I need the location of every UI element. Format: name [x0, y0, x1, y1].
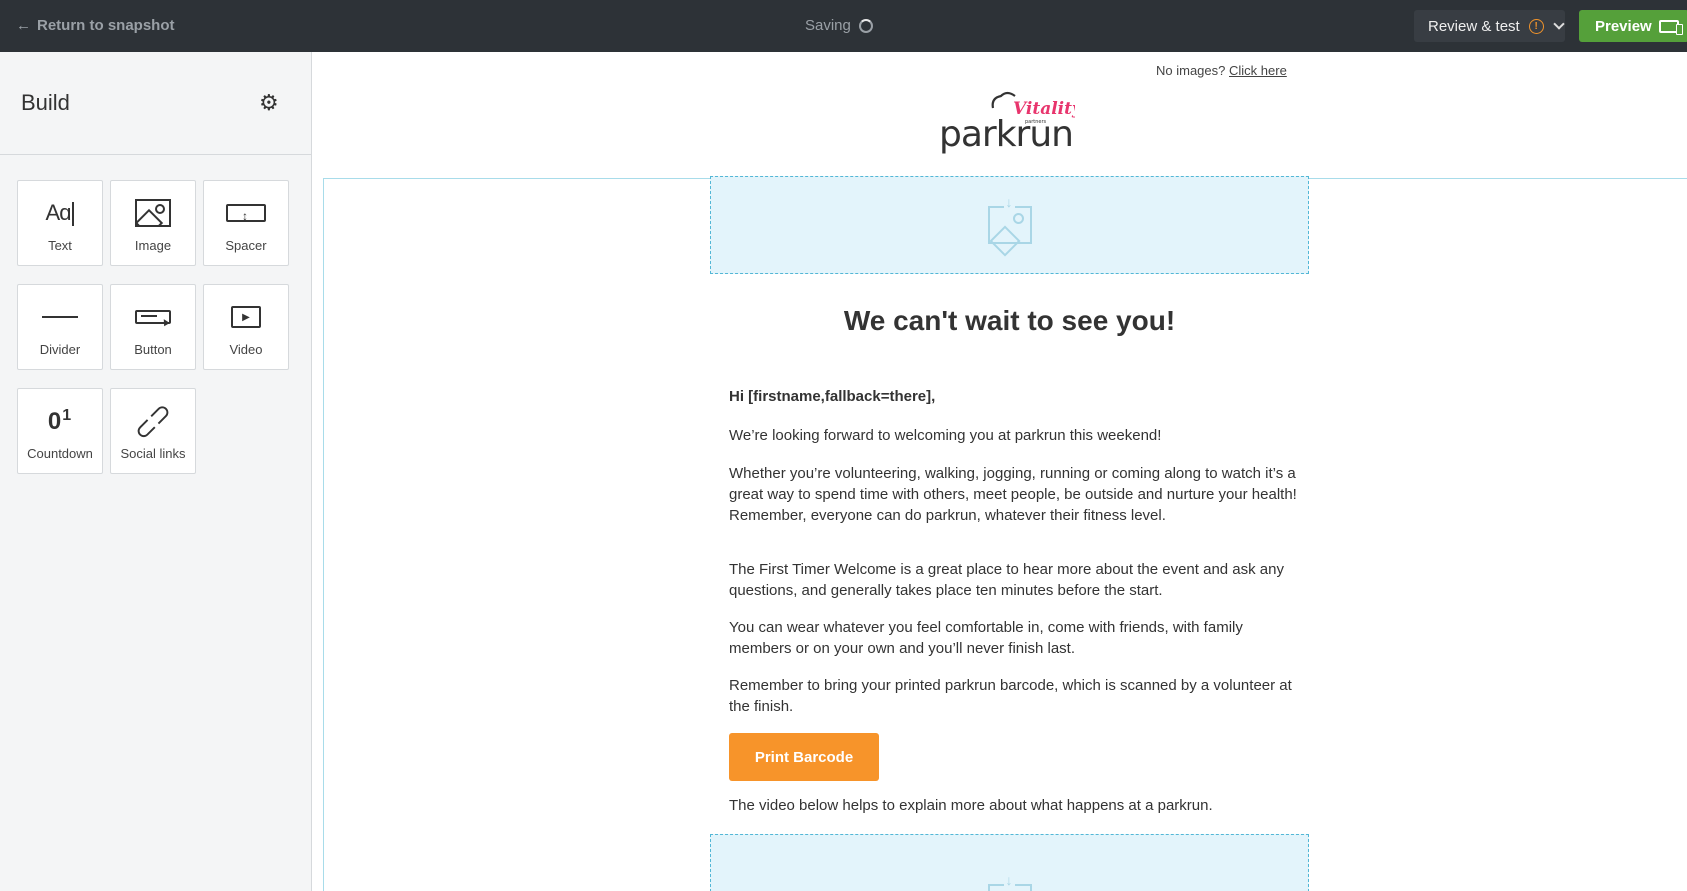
email-section-outline [323, 178, 1687, 891]
block-label: Spacer [225, 238, 267, 253]
no-images-text: No images? [1156, 63, 1226, 78]
spacer-icon [204, 197, 288, 229]
return-to-snapshot-link[interactable]: ← Return to snapshot [16, 17, 175, 34]
top-bar: ← Return to snapshot Saving Review & tes… [0, 0, 1687, 52]
block-label: Text [48, 238, 72, 253]
block-label: Countdown [27, 446, 93, 461]
video-placeholder[interactable]: ↓ [710, 834, 1309, 891]
video-intro-text[interactable]: The video below helps to explain more ab… [729, 795, 1299, 816]
block-label: Image [134, 238, 172, 253]
link-icon: ⊂⊃ [126, 394, 179, 447]
block-text[interactable]: Aɑ Text [17, 180, 103, 266]
image-placeholder-icon: ↓ [987, 194, 1032, 244]
greeting-text[interactable]: Hi [firstname,fallback=there], [729, 386, 1299, 407]
block-palette: Aɑ Text Image Spacer Divider Button ▶ Vi… [17, 180, 297, 474]
click-here-link[interactable]: Click here [1229, 63, 1287, 78]
email-canvas: No images? Click here parkrun Vitality p… [313, 52, 1687, 891]
block-label: Button [134, 342, 172, 357]
saving-status: Saving [805, 17, 873, 34]
no-images-notice: No images? Click here [1156, 63, 1287, 78]
block-image[interactable]: Image [110, 180, 196, 266]
text-icon: Aɑ [18, 197, 102, 229]
block-button[interactable]: Button [110, 284, 196, 370]
image-icon [111, 197, 195, 229]
video-icon: ▶ [204, 301, 288, 333]
paragraph-4[interactable]: You can wear whatever you feel comfortab… [729, 617, 1299, 659]
block-video[interactable]: ▶ Video [203, 284, 289, 370]
build-title: Build [21, 90, 70, 115]
countdown-icon: 01 [47, 406, 73, 435]
block-countdown[interactable]: 01 Countdown [17, 388, 103, 474]
block-label: Video [229, 342, 263, 357]
email-headline[interactable]: We can't wait to see you! [710, 305, 1309, 337]
paragraph-1[interactable]: We’re looking forward to welcoming you a… [729, 425, 1299, 446]
image-placeholder-top[interactable]: ↓ [710, 176, 1309, 274]
block-divider[interactable]: Divider [17, 284, 103, 370]
paragraph-2[interactable]: Whether you’re volunteering, walking, jo… [729, 463, 1299, 526]
chevron-down-icon [1553, 18, 1565, 30]
build-sidebar: Build ⚙ Aɑ Text Image Spacer Divider But… [0, 52, 312, 891]
parkrun-logo: parkrun Vitality partners [939, 91, 1075, 155]
return-to-snapshot-label: Return to snapshot [37, 17, 175, 34]
logo-partner-text: Vitality [1013, 99, 1075, 119]
block-label: Social links [120, 446, 186, 461]
block-social-links[interactable]: ⊂⊃ Social links [110, 388, 196, 474]
image-placeholder-icon: ↓ [987, 872, 1032, 891]
preview-label: Preview [1595, 17, 1652, 35]
paragraph-5[interactable]: Remember to bring your printed parkrun b… [729, 675, 1299, 717]
paragraph-3[interactable]: The First Timer Welcome is a great place… [729, 559, 1299, 601]
review-and-test-button[interactable]: Review & test ! [1414, 10, 1565, 42]
divider-icon [18, 301, 102, 333]
block-label: Divider [39, 342, 81, 357]
block-spacer[interactable]: Spacer [203, 180, 289, 266]
logo-brand-text: parkrun [939, 114, 1073, 155]
spinner-icon [858, 18, 873, 33]
warning-icon: ! [1528, 18, 1544, 34]
logo-partner-sub: partners [1025, 119, 1047, 125]
button-icon [111, 301, 195, 333]
devices-icon [1658, 19, 1683, 35]
review-and-test-label: Review & test [1428, 17, 1520, 35]
gear-icon[interactable]: ⚙ [259, 92, 279, 114]
print-barcode-button[interactable]: Print Barcode [729, 733, 879, 781]
preview-button[interactable]: Preview [1579, 10, 1687, 42]
saving-label: Saving [805, 17, 851, 34]
arrow-left-icon: ← [16, 17, 31, 34]
build-header: Build ⚙ [0, 52, 311, 155]
